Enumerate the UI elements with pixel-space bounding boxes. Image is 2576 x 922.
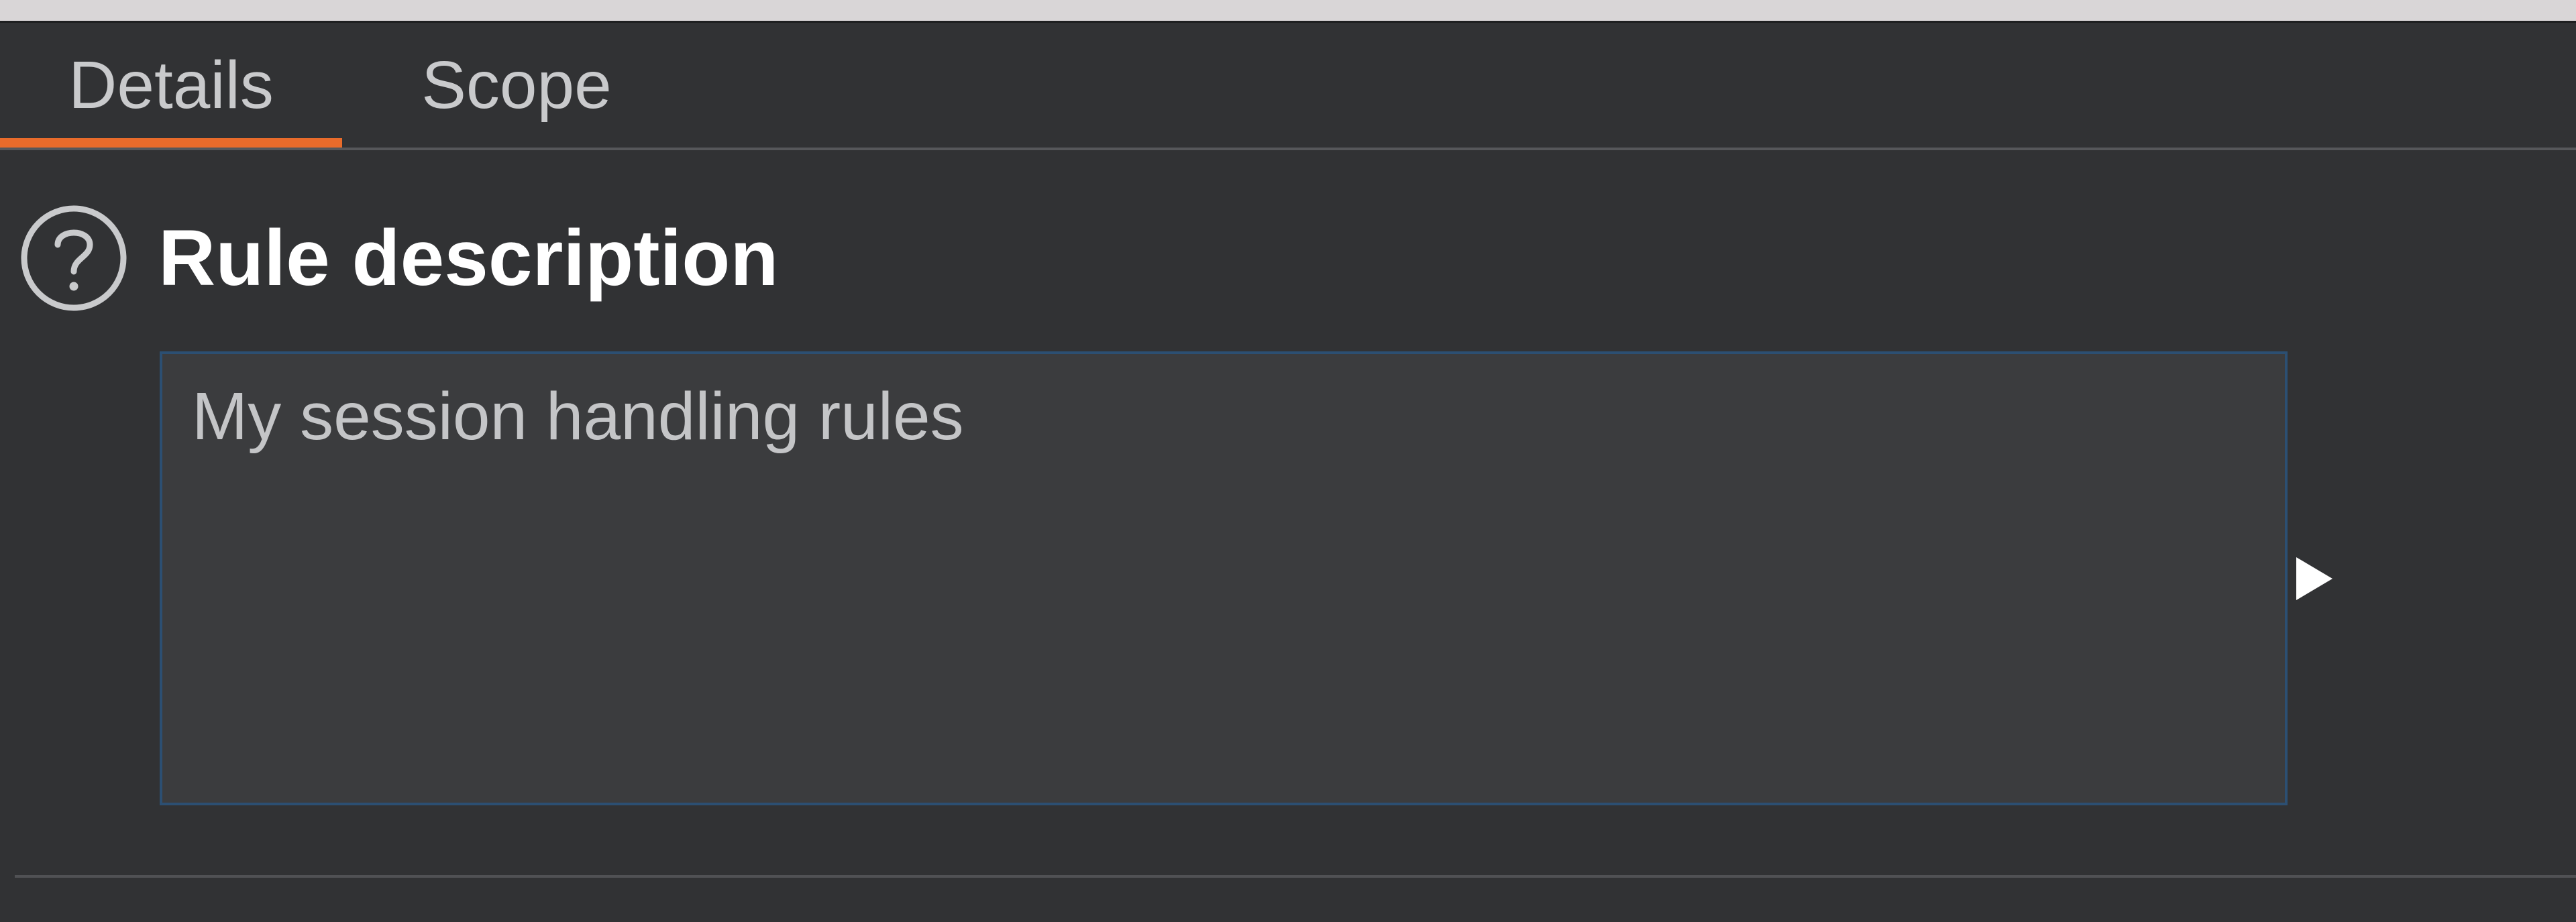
window-top-strip [0,0,2576,23]
tab-scope-label: Scope [421,47,612,123]
question-circle-icon[interactable] [19,203,129,313]
tab-bar: Details Scope [0,23,2576,150]
triangle-right-icon[interactable] [2294,555,2334,602]
tab-details[interactable]: Details [0,23,342,148]
tab-scope[interactable]: Scope [376,23,657,148]
rule-description-field[interactable]: My session handling rules [160,351,2288,805]
section-divider [15,875,2576,878]
section-title: Rule description [158,214,779,302]
tab-details-label: Details [68,47,274,123]
rule-description-header: Rule description [19,198,778,319]
